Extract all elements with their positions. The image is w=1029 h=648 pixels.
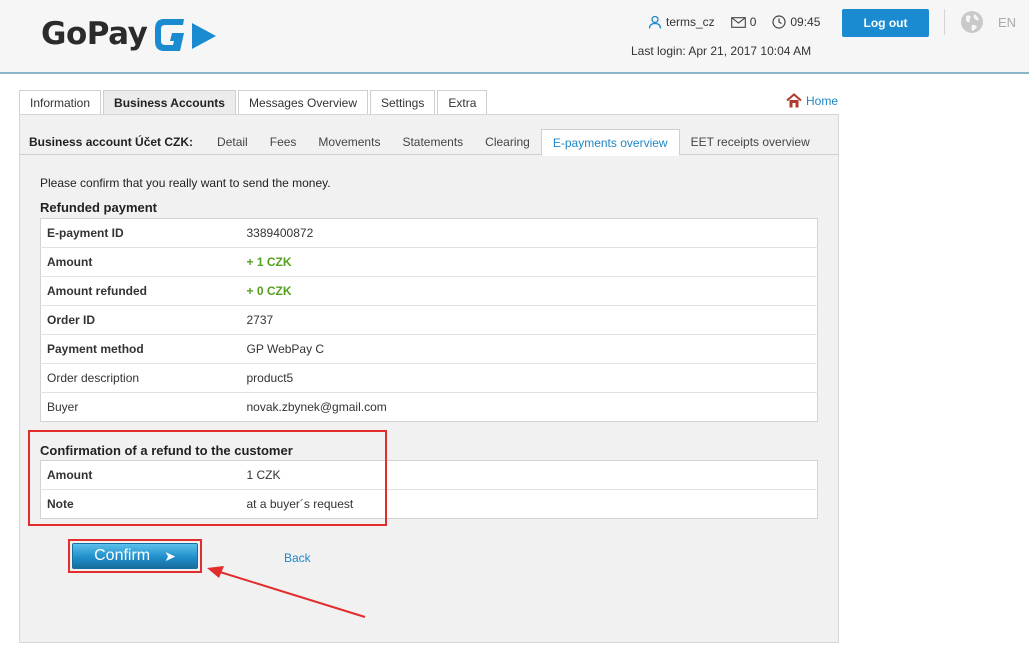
clock-time: 09:45 (790, 15, 821, 29)
username: terms_cz (666, 15, 715, 29)
annotation-confirm-highlight: Confirm ➤ (68, 539, 202, 573)
subtab-eet-receipts-overview[interactable]: EET receipts overview (680, 129, 821, 155)
row-value: product5 (240, 363, 818, 393)
row-value: 2737 (240, 305, 818, 335)
user-account[interactable]: terms_cz (648, 15, 715, 29)
envelope-icon (730, 16, 746, 28)
logout-button[interactable]: Log out (842, 9, 929, 37)
tab-extra[interactable]: Extra (437, 90, 488, 114)
last-login: Last login: Apr 21, 2017 10:04 AM (631, 44, 812, 58)
account-subnav: Business account Účet CZK: Detail Fees M… (20, 128, 838, 156)
tab-settings[interactable]: Settings (370, 90, 436, 114)
main-tabs: Information Business Accounts Messages O… (19, 90, 489, 115)
annotation-highlight-box (28, 430, 387, 526)
user-bar: terms_cz 0 09:45 (648, 15, 836, 29)
row-value: novak.zbynek@gmail.com (246, 400, 387, 414)
table-row: Amount refunded + 0 CZK (40, 276, 818, 306)
gopay-logo-icon (155, 19, 216, 51)
row-key: Buyer (47, 400, 79, 414)
row-value: GP WebPay C (240, 334, 818, 364)
refunded-payment-table: E-payment ID 3389400872 Amount + 1 CZK A… (40, 218, 818, 422)
messages[interactable]: 0 (730, 15, 757, 29)
back-link[interactable]: Back (284, 551, 311, 565)
home-link[interactable]: Home (786, 93, 838, 108)
session-clock: 09:45 (772, 15, 820, 29)
clock-icon (772, 15, 786, 29)
table-row: Buyer novak.zbynek@gmail.com (41, 393, 818, 422)
tab-information[interactable]: Information (19, 90, 102, 114)
messages-count: 0 (749, 15, 757, 29)
row-key: Amount (40, 247, 241, 277)
top-header: GoPay terms_cz 0 09:45 Last login: Apr 2… (0, 0, 1029, 74)
table-row: Order ID 2737 (40, 305, 818, 335)
subtab-clearing[interactable]: Clearing (474, 129, 541, 155)
confirmation-prompt: Please confirm that you really want to s… (40, 176, 331, 190)
confirm-button[interactable]: Confirm ➤ (72, 543, 198, 569)
subtab-fees[interactable]: Fees (259, 129, 308, 155)
row-value: 3389400872 (240, 218, 818, 248)
language-switch[interactable]: EN (998, 15, 1016, 30)
table-row: Order description product5 (40, 363, 818, 393)
globe-icon[interactable] (960, 10, 984, 34)
subtab-detail[interactable]: Detail (206, 129, 259, 155)
refund-confirmation-content: Please confirm that you really want to s… (20, 156, 838, 642)
account-panel: Business account Účet CZK: Detail Fees M… (19, 114, 839, 643)
row-value: + 1 CZK (240, 247, 818, 277)
account-title: Business account Účet CZK: (29, 134, 194, 149)
gopay-logo-text: GoPay (41, 16, 148, 52)
table-row: E-payment ID 3389400872 (40, 218, 818, 248)
subtab-movements[interactable]: Movements (307, 129, 391, 155)
arrow-right-icon: ➤ (164, 547, 176, 564)
row-key: Order ID (40, 305, 241, 335)
tab-messages-overview[interactable]: Messages Overview (237, 90, 368, 114)
home-icon (786, 93, 802, 108)
row-key: Order description (40, 363, 241, 393)
refunded-payment-title: Refunded payment (40, 200, 158, 215)
home-label: Home (806, 94, 839, 108)
row-value: + 0 CZK (240, 276, 818, 306)
subtab-statements[interactable]: Statements (391, 129, 474, 155)
user-icon (648, 15, 662, 29)
row-key: E-payment ID (40, 218, 241, 248)
tab-business-accounts[interactable]: Business Accounts (103, 90, 236, 115)
confirm-label: Confirm (94, 547, 151, 564)
table-row: Amount + 1 CZK (40, 247, 818, 277)
header-divider (944, 9, 945, 35)
table-row: Payment method GP WebPay C (40, 334, 818, 364)
row-key: Payment method (40, 334, 241, 364)
row-key: Amount refunded (40, 276, 241, 306)
subtab-e-payments-overview[interactable]: E-payments overview (540, 128, 680, 156)
